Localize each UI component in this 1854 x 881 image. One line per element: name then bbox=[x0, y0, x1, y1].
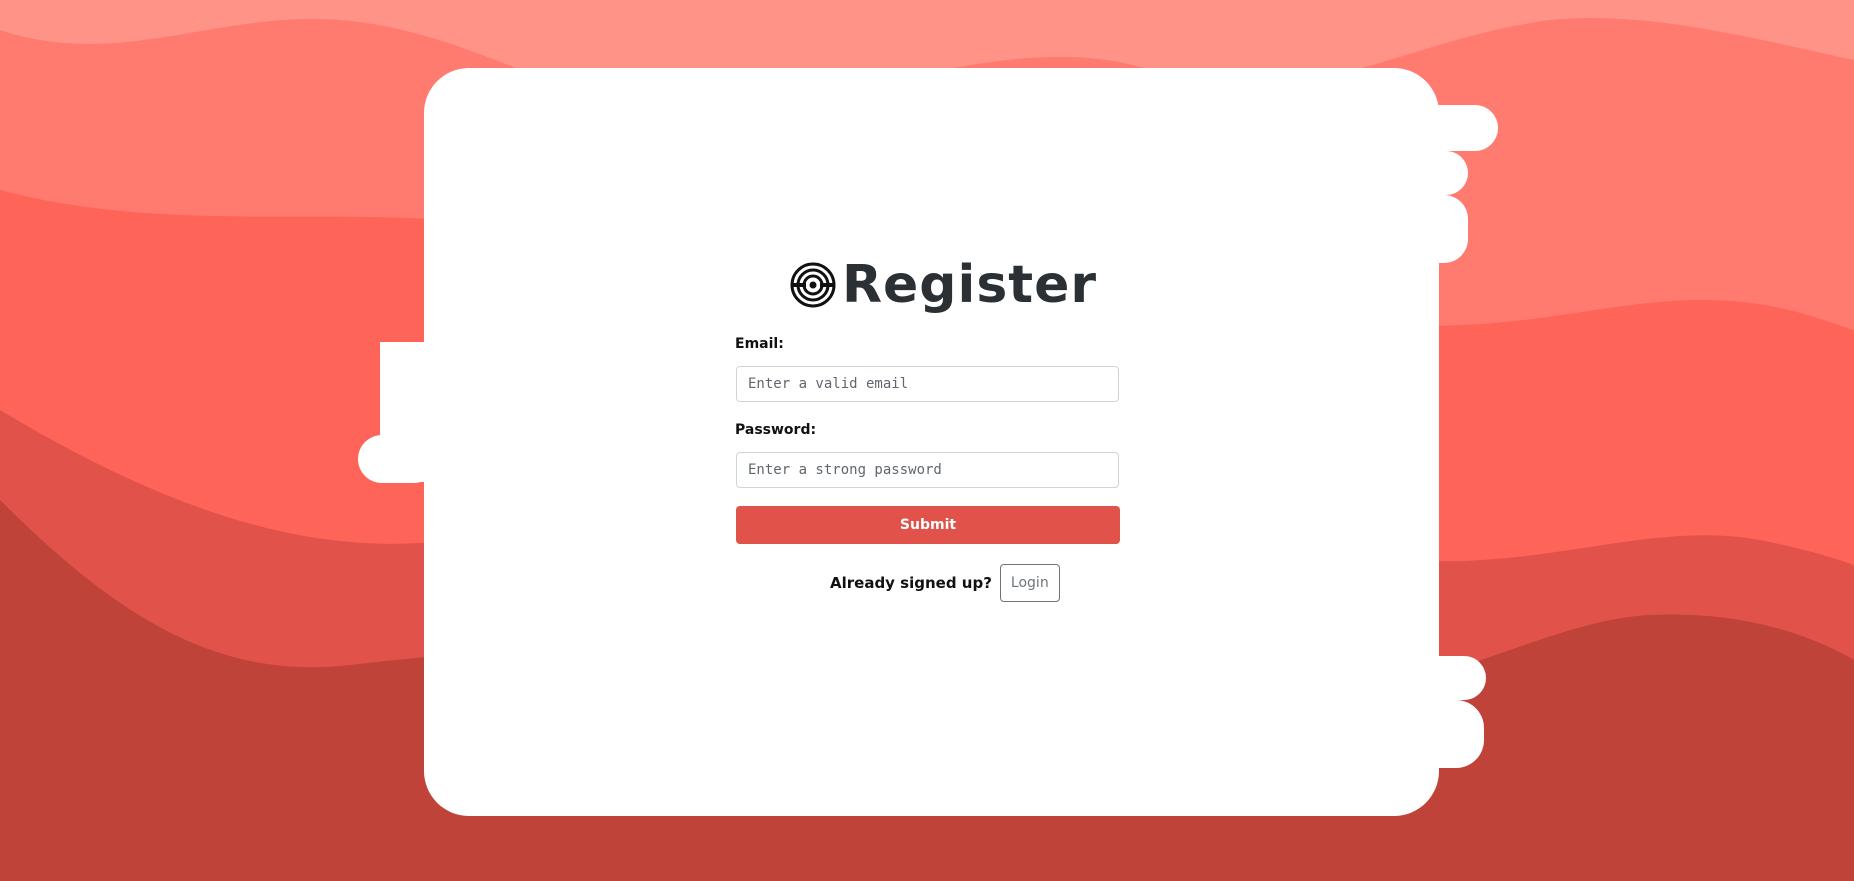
brand-header: Register bbox=[790, 255, 1097, 315]
page-title: Register bbox=[842, 255, 1098, 315]
target-logo-icon bbox=[790, 262, 836, 308]
submit-button[interactable]: Submit bbox=[736, 506, 1120, 544]
login-row: Already signed up? Login bbox=[830, 564, 1060, 602]
email-label: Email: bbox=[735, 336, 784, 352]
login-prompt: Already signed up? bbox=[830, 574, 992, 592]
register-page: Register Email: Password: Submit Already… bbox=[0, 0, 1854, 881]
register-card bbox=[358, 68, 1498, 816]
login-button[interactable]: Login bbox=[999, 564, 1060, 602]
email-field[interactable] bbox=[736, 366, 1119, 402]
password-label: Password: bbox=[735, 422, 817, 438]
password-field[interactable] bbox=[736, 452, 1119, 488]
